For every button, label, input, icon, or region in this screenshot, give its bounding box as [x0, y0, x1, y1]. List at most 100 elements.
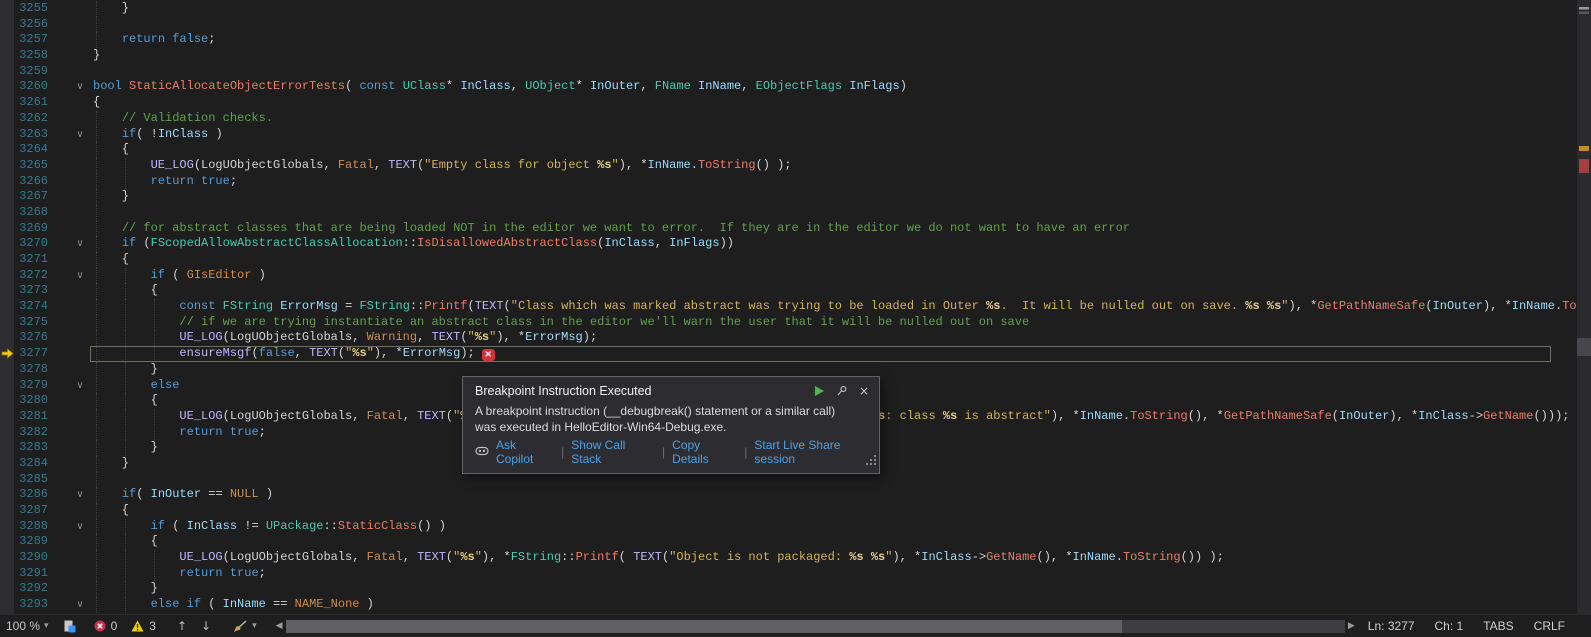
code-line[interactable]: 3288∨ if ( InClass != UPackage::StaticCl…	[0, 519, 1577, 535]
split-editor-button[interactable]	[1579, 2, 1589, 20]
line-number: 3270	[14, 236, 48, 252]
column-indicator[interactable]: Ch: 1	[1435, 619, 1464, 633]
separator: |	[561, 445, 564, 459]
prev-issue-button[interactable]: ↑	[177, 619, 187, 633]
chevron-down-icon: ▾	[44, 621, 49, 631]
code-line[interactable]: 3268	[0, 205, 1577, 221]
code-line[interactable]: 3262 // Validation checks.	[0, 111, 1577, 127]
code-line[interactable]: 3255 }	[0, 1, 1577, 17]
line-number: 3287	[14, 503, 48, 519]
code-text: {	[93, 252, 129, 268]
line-ending-indicator[interactable]: CRLF	[1534, 619, 1565, 633]
fold-chevron-icon[interactable]: ∨	[73, 378, 87, 394]
copy-details-link[interactable]: Copy Details	[672, 438, 737, 466]
vertical-scrollbar[interactable]	[1577, 0, 1591, 614]
code-line[interactable]: 3289 {	[0, 534, 1577, 550]
code-line[interactable]: 3290 UE_LOG(LogUObjectGlobals, Fatal, TE…	[0, 550, 1577, 566]
pin-icon[interactable]	[836, 385, 848, 397]
code-text: if( InOuter == NULL )	[93, 487, 273, 503]
line-number: 3283	[14, 440, 48, 456]
vertical-scrollbar-thumb[interactable]	[1577, 338, 1591, 356]
code-editor[interactable]: 3255 }32563257 return false;3258}3259326…	[0, 0, 1577, 614]
code-editor-window: 3255 }32563257 return false;3258}3259326…	[0, 0, 1591, 637]
dialog-title: Breakpoint Instruction Executed	[475, 384, 802, 398]
line-number: 3293	[14, 597, 48, 613]
horizontal-scrollbar-thumb[interactable]	[286, 620, 1123, 633]
code-cleanup-button[interactable]: ▾	[232, 620, 257, 633]
code-line[interactable]: 3266 return true;	[0, 174, 1577, 190]
next-issue-button[interactable]: ↓	[201, 619, 211, 633]
code-text: if ( InClass != UPackage::StaticClass() …	[93, 519, 446, 535]
code-line[interactable]: 3256	[0, 17, 1577, 33]
code-line[interactable]: 3286∨ if( InOuter == NULL )	[0, 487, 1577, 503]
code-line[interactable]: 3270∨ if (FScopedAllowAbstractClassAlloc…	[0, 236, 1577, 252]
line-number: 3281	[14, 409, 48, 425]
fold-chevron-icon[interactable]: ∨	[73, 519, 87, 535]
line-indicator[interactable]: Ln: 3277	[1368, 619, 1415, 633]
code-text: UE_LOG(LogUObjectGlobals, Fatal, TEXT("E…	[93, 158, 792, 174]
line-number: 3265	[14, 158, 48, 174]
code-text: {	[93, 142, 129, 158]
code-line[interactable]: 3292 }	[0, 581, 1577, 597]
play-icon	[813, 385, 825, 397]
code-text: UE_LOG(LogUObjectGlobals, Fatal, TEXT("%…	[93, 550, 1224, 566]
code-line[interactable]: 3261{	[0, 95, 1577, 111]
line-number: 3262	[14, 111, 48, 127]
indent-mode-indicator[interactable]: TABS	[1483, 619, 1513, 633]
breakpoint-dialog: Breakpoint Instruction Executed × A brea…	[462, 376, 880, 474]
code-line[interactable]: 3258}	[0, 48, 1577, 64]
resize-grip[interactable]	[866, 453, 877, 471]
code-line[interactable]: 3260∨bool StaticAllocateObjectErrorTests…	[0, 79, 1577, 95]
code-text: }	[93, 1, 129, 17]
code-line[interactable]: 3264 {	[0, 142, 1577, 158]
start-live-share-link[interactable]: Start Live Share session	[754, 438, 879, 466]
fold-chevron-icon[interactable]: ∨	[73, 487, 87, 503]
code-line[interactable]: 3287 {	[0, 503, 1577, 519]
code-text: {	[93, 393, 158, 409]
error-count: 0	[111, 619, 118, 633]
scroll-left-button[interactable]: ◀	[276, 621, 283, 631]
breakpoint-error-icon[interactable]: ×	[482, 349, 495, 361]
code-line[interactable]: 3275 // if we are trying instantiate an …	[0, 315, 1577, 331]
code-line[interactable]: 3267 }	[0, 189, 1577, 205]
fold-chevron-icon[interactable]: ∨	[73, 127, 87, 143]
scroll-right-button[interactable]: ▶	[1348, 621, 1355, 631]
code-line[interactable]: 3293 ∨ else if ( InName == NAME_None )	[0, 597, 1577, 613]
code-line-current[interactable]: 3277 ensureMsgf(false, TEXT("%s"), *Erro…	[0, 346, 1577, 362]
code-line[interactable]: 3271 {	[0, 252, 1577, 268]
line-number: 3277	[14, 346, 48, 362]
continue-button[interactable]	[813, 385, 825, 397]
close-icon[interactable]: ×	[859, 384, 869, 398]
line-number: 3267	[14, 189, 48, 205]
code-text: return false;	[93, 32, 215, 48]
error-indicator[interactable]: 0	[94, 619, 118, 633]
code-line[interactable]: 3257 return false;	[0, 32, 1577, 48]
fold-chevron-icon[interactable]: ∨	[73, 597, 87, 613]
code-text: else	[93, 378, 179, 394]
code-line[interactable]: 3291 return true;	[0, 566, 1577, 582]
code-line[interactable]: 3273 {	[0, 283, 1577, 299]
line-number: 3275	[14, 315, 48, 331]
line-number: 3263	[14, 127, 48, 143]
code-line[interactable]: 3274 const FString ErrorMsg = FString::P…	[0, 299, 1577, 315]
scrollbar-annotation-mark	[1579, 159, 1589, 173]
horizontal-scrollbar[interactable]	[286, 620, 1345, 633]
zoom-control[interactable]: 100 % ▾	[6, 619, 49, 633]
code-line[interactable]: 3269 // for abstract classes that are be…	[0, 221, 1577, 237]
code-line[interactable]: 3276 UE_LOG(LogUObjectGlobals, Warning, …	[0, 330, 1577, 346]
code-text: return true;	[93, 566, 266, 582]
show-call-stack-link[interactable]: Show Call Stack	[571, 438, 655, 466]
fold-chevron-icon[interactable]: ∨	[73, 268, 87, 284]
fold-chevron-icon[interactable]: ∨	[73, 79, 87, 95]
document-health-icon[interactable]	[63, 620, 76, 633]
ask-copilot-link[interactable]: Ask Copilot	[496, 438, 554, 466]
code-line[interactable]: 3265 UE_LOG(LogUObjectGlobals, Fatal, TE…	[0, 158, 1577, 174]
code-text: ensureMsgf(false, TEXT("%s"), *ErrorMsg)…	[93, 346, 495, 362]
fold-chevron-icon[interactable]: ∨	[73, 236, 87, 252]
indent-guide	[96, 17, 97, 33]
warning-indicator[interactable]: 3	[131, 619, 156, 633]
code-line[interactable]: 3259	[0, 64, 1577, 80]
code-line[interactable]: 3272∨ if ( GIsEditor )	[0, 268, 1577, 284]
code-line[interactable]: 3263∨ if( !InClass )	[0, 127, 1577, 143]
code-text: else if ( InName == NAME_None )	[93, 597, 374, 613]
